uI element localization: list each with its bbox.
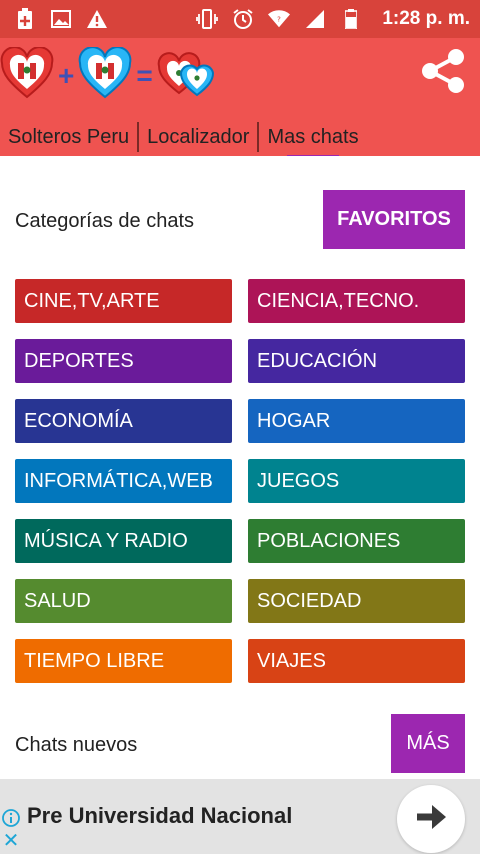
alarm-icon (232, 8, 254, 30)
tab-mas-chats[interactable]: Mas chats (257, 122, 366, 160)
category-viajes[interactable]: VIAJES (248, 639, 465, 683)
app-logo: + = (0, 45, 217, 106)
category-poblaciones[interactable]: POBLACIONES (248, 519, 465, 563)
category-tiempo-libre[interactable]: TIEMPO LIBRE (15, 639, 232, 683)
wifi-icon: ? (268, 8, 291, 30)
arrow-right-icon (415, 804, 447, 835)
image-icon (50, 8, 72, 30)
double-heart-icon (157, 47, 217, 106)
ad-close-icon[interactable]: ✕ (2, 831, 20, 851)
status-bar: ? 1:28 p. m. (0, 0, 480, 38)
battery-icon (340, 8, 362, 30)
category-educacion[interactable]: EDUCACIÓN (248, 339, 465, 383)
category-hogar[interactable]: HOGAR (248, 399, 465, 443)
logo-plus: + (58, 60, 75, 91)
category-deportes[interactable]: DEPORTES (15, 339, 232, 383)
category-sociedad[interactable]: SOCIEDAD (248, 579, 465, 623)
logo-equals: = (136, 60, 153, 91)
category-ciencia-tecno[interactable]: CIENCIA,TECNO. (248, 279, 465, 323)
status-left-icons (14, 8, 108, 30)
tab-bar: Solteros Peru Localizador Mas chats (0, 118, 480, 160)
svg-text:?: ? (277, 15, 281, 24)
signal-icon (304, 8, 326, 30)
share-button[interactable] (416, 46, 470, 100)
tab-solteros-peru[interactable]: Solteros Peru (0, 122, 137, 152)
red-heart-icon (0, 45, 54, 106)
tab-localizador[interactable]: Localizador (137, 122, 257, 152)
status-right-icons: ? 1:28 p. m. (196, 8, 470, 30)
ad-title[interactable]: Pre Universidad Nacional (27, 803, 292, 829)
screen: ? 1:28 p. m. + = Solteros Peru Localizad… (0, 0, 480, 854)
ad-banner[interactable]: ✕ Pre Universidad Nacional (0, 779, 480, 854)
status-time: 1:28 p. m. (382, 8, 470, 29)
vibrate-icon (196, 8, 219, 30)
category-grid: CINE,TV,ARTE CIENCIA,TECNO. DEPORTES EDU… (15, 279, 465, 683)
category-juegos[interactable]: JUEGOS (248, 459, 465, 503)
app-header: + = Solteros Peru Localizador Mas chats (0, 38, 480, 160)
category-salud[interactable]: SALUD (15, 579, 232, 623)
ad-open-button[interactable] (397, 785, 465, 853)
more-button[interactable]: MÁS (391, 714, 465, 773)
main-content: Categorías de chats FAVORITOS CINE,TV,AR… (0, 156, 480, 779)
category-economia[interactable]: ECONOMÍA (15, 399, 232, 443)
ad-info-icon[interactable] (2, 809, 20, 827)
category-cine-tv-arte[interactable]: CINE,TV,ARTE (15, 279, 232, 323)
category-informatica-web[interactable]: INFORMÁTICA,WEB (15, 459, 232, 503)
share-icon (418, 46, 468, 101)
warning-icon (86, 8, 108, 30)
blue-heart-icon (78, 45, 132, 106)
category-musica-radio[interactable]: MÚSICA Y RADIO (15, 519, 232, 563)
notification-plus-icon (14, 8, 36, 30)
categories-title: Categorías de chats (15, 210, 194, 232)
new-chats-title: Chats nuevos (15, 734, 138, 756)
favorites-button[interactable]: FAVORITOS (323, 190, 465, 249)
